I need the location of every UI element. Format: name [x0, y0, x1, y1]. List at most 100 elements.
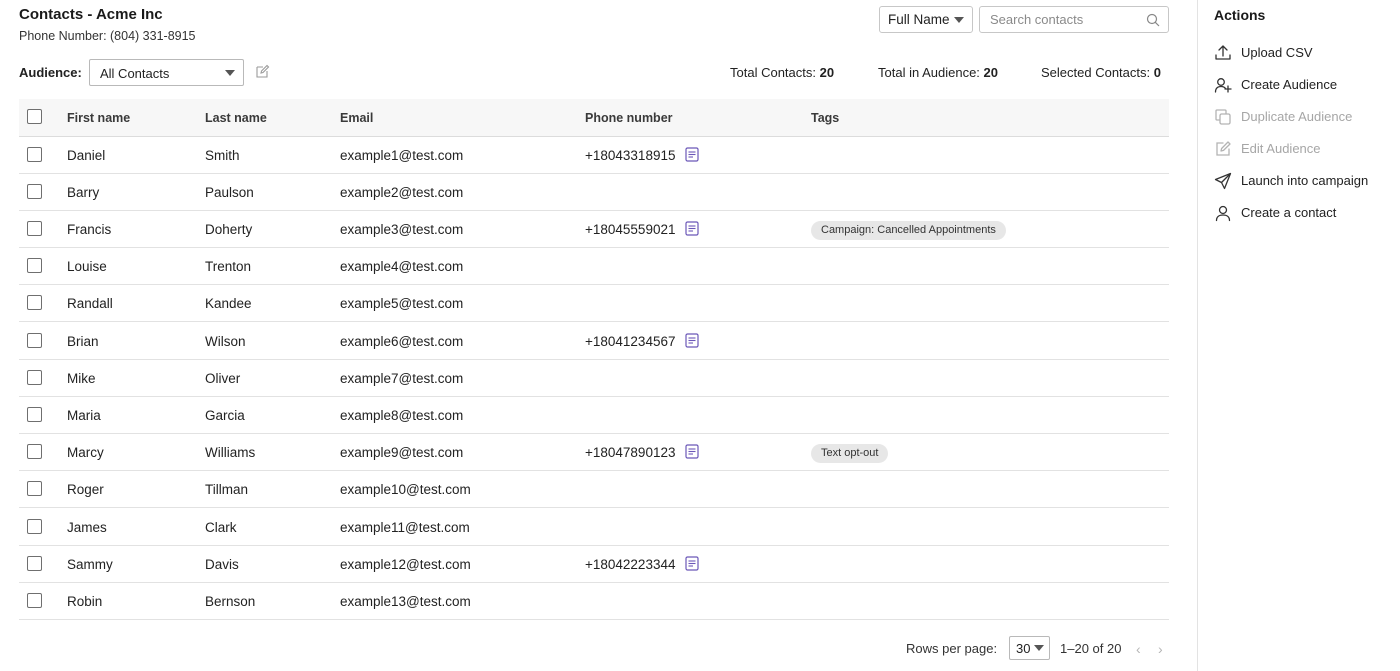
- note-icon[interactable]: [685, 332, 699, 348]
- search-input[interactable]: [990, 12, 1140, 27]
- table-row[interactable]: Mike Oliver example7@test.com: [19, 360, 1169, 397]
- row-checkbox[interactable]: [27, 406, 42, 422]
- row-checkbox[interactable]: [27, 555, 42, 571]
- edit-icon[interactable]: [255, 64, 270, 79]
- total-contacts-value: 20: [819, 65, 835, 80]
- table-header: First name Last name Email Phone number …: [19, 99, 1169, 137]
- edit-audience-label: Edit Audience: [1241, 141, 1321, 156]
- note-icon[interactable]: [685, 221, 699, 236]
- chevron-down-icon: [225, 70, 235, 76]
- first-name-cell: Daniel: [67, 147, 106, 163]
- row-checkbox[interactable]: [27, 295, 42, 311]
- row-checkbox[interactable]: [27, 332, 42, 348]
- create-contact-action[interactable]: Create a contact: [1214, 201, 1398, 225]
- table-row[interactable]: Daniel Smith example1@test.com +18043318915: [19, 137, 1169, 174]
- last-name-cell: Bernson: [205, 593, 256, 609]
- audience-select[interactable]: All Contacts: [89, 59, 244, 86]
- table-row[interactable]: Sammy Davis example12@test.com +18042223344: [19, 546, 1169, 583]
- table-row[interactable]: James Clark example11@test.com: [19, 509, 1169, 546]
- table-row[interactable]: Barry Paulson example2@test.com: [19, 174, 1169, 211]
- email-cell: example12@test.com: [340, 556, 471, 572]
- row-checkbox[interactable]: [27, 258, 42, 274]
- first-name-cell: Robin: [67, 593, 103, 609]
- create-audience-label: Create Audience: [1241, 77, 1338, 92]
- column-header-email[interactable]: Email: [340, 111, 373, 125]
- first-name-cell: Randall: [67, 296, 113, 312]
- first-name-cell: Barry: [67, 184, 100, 200]
- search-icon: [1146, 13, 1160, 27]
- column-header-last-name[interactable]: Last name: [205, 111, 267, 125]
- table-row[interactable]: Robin Bernson example13@test.com: [19, 583, 1169, 620]
- row-checkbox[interactable]: [27, 369, 42, 385]
- column-header-phone-number[interactable]: Phone number: [585, 111, 673, 125]
- total-in-audience-label: Total in Audience:: [878, 65, 980, 80]
- email-cell: example7@test.com: [340, 370, 464, 386]
- first-name-cell: Francis: [67, 221, 112, 237]
- selected-contacts-value: 0: [1153, 65, 1161, 80]
- row-checkbox[interactable]: [27, 183, 42, 199]
- email-cell: example6@test.com: [340, 333, 464, 349]
- next-page-button[interactable]: ›: [1158, 641, 1163, 657]
- note-icon[interactable]: [685, 146, 699, 162]
- table-row[interactable]: Randall Kandee example5@test.com: [19, 285, 1169, 323]
- email-cell: example9@test.com: [340, 445, 464, 461]
- edit-audience-action[interactable]: Edit Audience: [1214, 137, 1398, 161]
- email-cell: example4@test.com: [340, 259, 464, 275]
- row-checkbox[interactable]: [27, 220, 42, 236]
- pagination-range: 1–20 of 20: [1060, 641, 1122, 656]
- last-name-cell: Oliver: [205, 370, 241, 386]
- sort-field-select[interactable]: Full Name: [879, 6, 973, 33]
- note-icon[interactable]: [685, 444, 699, 459]
- audience-select-value: All Contacts: [100, 66, 170, 81]
- note-icon[interactable]: [685, 556, 699, 571]
- row-checkbox[interactable]: [27, 518, 42, 534]
- last-name-cell: Williams: [205, 445, 256, 461]
- last-name-cell: Kandee: [205, 296, 252, 312]
- chevron-down-icon: [954, 17, 964, 23]
- search-box[interactable]: [979, 6, 1169, 33]
- actions-title: Actions: [1214, 7, 1266, 23]
- last-name-cell: Trenton: [205, 259, 252, 275]
- upload-csv-action[interactable]: Upload CSV: [1214, 41, 1398, 65]
- total-in-audience-stat: Total in Audience: 20: [878, 65, 998, 80]
- total-contacts-stat: Total Contacts: 20: [730, 65, 834, 80]
- first-name-cell: Maria: [67, 407, 101, 423]
- table-row[interactable]: Maria Garcia example8@test.com: [19, 397, 1169, 434]
- launch-into-campaign-action[interactable]: Launch into campaign: [1214, 169, 1398, 193]
- select-all-checkbox[interactable]: [27, 109, 42, 124]
- email-cell: example8@test.com: [340, 407, 464, 423]
- phone-number-cell: +18042223344: [585, 556, 676, 572]
- row-checkbox[interactable]: [27, 481, 42, 497]
- selected-contacts-label: Selected Contacts:: [1041, 65, 1151, 80]
- table-row[interactable]: Roger Tillman example10@test.com: [19, 471, 1169, 509]
- email-cell: example10@test.com: [340, 482, 471, 498]
- table-row[interactable]: Brian Wilson example6@test.com +18041234567: [19, 323, 1169, 360]
- row-checkbox[interactable]: [27, 592, 42, 608]
- row-checkbox[interactable]: [27, 146, 42, 162]
- column-header-tags[interactable]: Tags: [811, 111, 839, 125]
- table-row[interactable]: Louise Trenton example4@test.com: [19, 248, 1169, 286]
- duplicate-audience-action[interactable]: Duplicate Audience: [1214, 105, 1398, 129]
- last-name-cell: Garcia: [205, 407, 245, 423]
- create-audience-action[interactable]: Create Audience: [1214, 73, 1398, 97]
- table-row[interactable]: Francis Doherty example3@test.com +18045559…: [19, 211, 1169, 248]
- upload-csv-label: Upload CSV: [1241, 45, 1313, 60]
- user-plus-icon: [1214, 78, 1232, 93]
- last-name-cell: Tillman: [205, 482, 249, 498]
- last-name-cell: Wilson: [205, 333, 246, 349]
- sort-field-value: Full Name: [888, 12, 950, 27]
- contacts-main: Contacts - Acme Inc Phone Number: (804) …: [0, 0, 1197, 671]
- last-name-cell: Doherty: [205, 221, 253, 237]
- tag-badge: Campaign: Cancelled Appointments: [811, 220, 1006, 240]
- row-checkbox[interactable]: [27, 444, 42, 460]
- rows-per-page-select[interactable]: 30: [1009, 636, 1050, 660]
- column-header-first-name[interactable]: First name: [67, 111, 130, 125]
- duplicate-audience-label: Duplicate Audience: [1241, 109, 1353, 124]
- contacts-table: First name Last name Email Phone number …: [19, 99, 1169, 624]
- last-name-cell: Clark: [205, 519, 237, 535]
- email-cell: example3@test.com: [340, 221, 464, 237]
- last-name-cell: Davis: [205, 556, 239, 572]
- previous-page-button[interactable]: ‹: [1136, 641, 1141, 657]
- phone-number-cell: +18045559021: [585, 221, 676, 237]
- table-row[interactable]: Marcy Williams example9@test.com +180478901…: [19, 434, 1169, 472]
